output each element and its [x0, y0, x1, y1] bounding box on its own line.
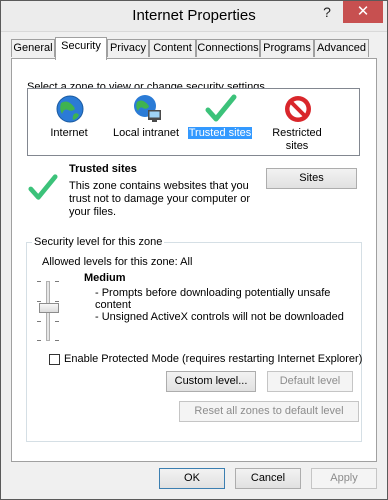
globe-icon — [56, 95, 84, 123]
trusted-sites-checkmark-icon — [28, 174, 58, 200]
security-tab-panel: Select a zone to view or change security… — [11, 58, 377, 462]
tab-programs[interactable]: Programs — [260, 39, 314, 57]
intranet-globe-icon — [134, 95, 161, 122]
help-button[interactable]: ? — [312, 1, 342, 23]
tab-advanced[interactable]: Advanced — [314, 39, 369, 57]
internet-properties-dialog: Internet Properties ? ✕ General Security… — [0, 0, 388, 500]
zone-restricted-label-2: sites — [285, 140, 309, 152]
level-desc-line-3: - Unsigned ActiveX controls will not be … — [95, 311, 344, 323]
tab-security[interactable]: Security — [55, 37, 107, 60]
zone-list: Internet Local intranet Trusted sites Re… — [27, 88, 360, 156]
apply-button[interactable]: Apply — [311, 468, 377, 489]
tab-content[interactable]: Content — [149, 39, 196, 57]
zone-title: Trusted sites — [69, 163, 137, 175]
tab-general[interactable]: General — [11, 39, 55, 57]
allowed-levels-label: Allowed levels for this zone: All — [42, 256, 193, 268]
tab-connections[interactable]: Connections — [196, 39, 260, 57]
zone-restricted-label-1: Restricted — [272, 127, 322, 139]
custom-level-button[interactable]: Custom level... — [166, 371, 256, 392]
zone-desc-line-1: This zone contains websites that you — [69, 180, 249, 192]
zone-local-intranet[interactable]: Local intranet — [109, 89, 183, 155]
zone-local-intranet-label: Local intranet — [112, 127, 180, 139]
level-desc-line-2: content — [95, 299, 132, 311]
level-desc-line-1: - Prompts before downloading potentially… — [95, 287, 331, 299]
zone-internet[interactable]: Internet — [32, 89, 106, 155]
title-bar: Internet Properties ? ✕ — [1, 1, 387, 32]
zone-trusted-sites-label: Trusted sites — [187, 127, 253, 139]
security-level-group-title: Security level for this zone — [32, 236, 165, 248]
protected-mode-label[interactable]: Enable Protected Mode (requires restarti… — [64, 353, 362, 365]
checkmark-icon — [205, 94, 237, 122]
reset-all-zones-button[interactable]: Reset all zones to default level — [179, 401, 359, 422]
zone-desc-line-3: your files. — [69, 206, 117, 218]
zone-internet-label: Internet — [50, 127, 88, 139]
cancel-button[interactable]: Cancel — [235, 468, 301, 489]
protected-mode-checkbox[interactable] — [49, 354, 60, 365]
tab-strip: General Security Privacy Content Connect… — [11, 37, 379, 60]
security-level-slider-thumb[interactable] — [39, 303, 59, 313]
zone-restricted-sites[interactable]: Restricted sites — [260, 89, 334, 155]
zone-trusted-sites[interactable]: Trusted sites — [183, 89, 257, 155]
sites-button[interactable]: Sites — [266, 168, 357, 189]
default-level-button[interactable]: Default level — [267, 371, 353, 392]
ok-button[interactable]: OK — [159, 468, 225, 489]
no-entry-icon — [285, 96, 311, 122]
close-button[interactable]: ✕ — [343, 1, 383, 23]
zone-desc-line-2: trust not to damage your computer or — [69, 193, 250, 205]
security-level-name: Medium — [84, 272, 126, 284]
tab-privacy[interactable]: Privacy — [107, 39, 149, 57]
